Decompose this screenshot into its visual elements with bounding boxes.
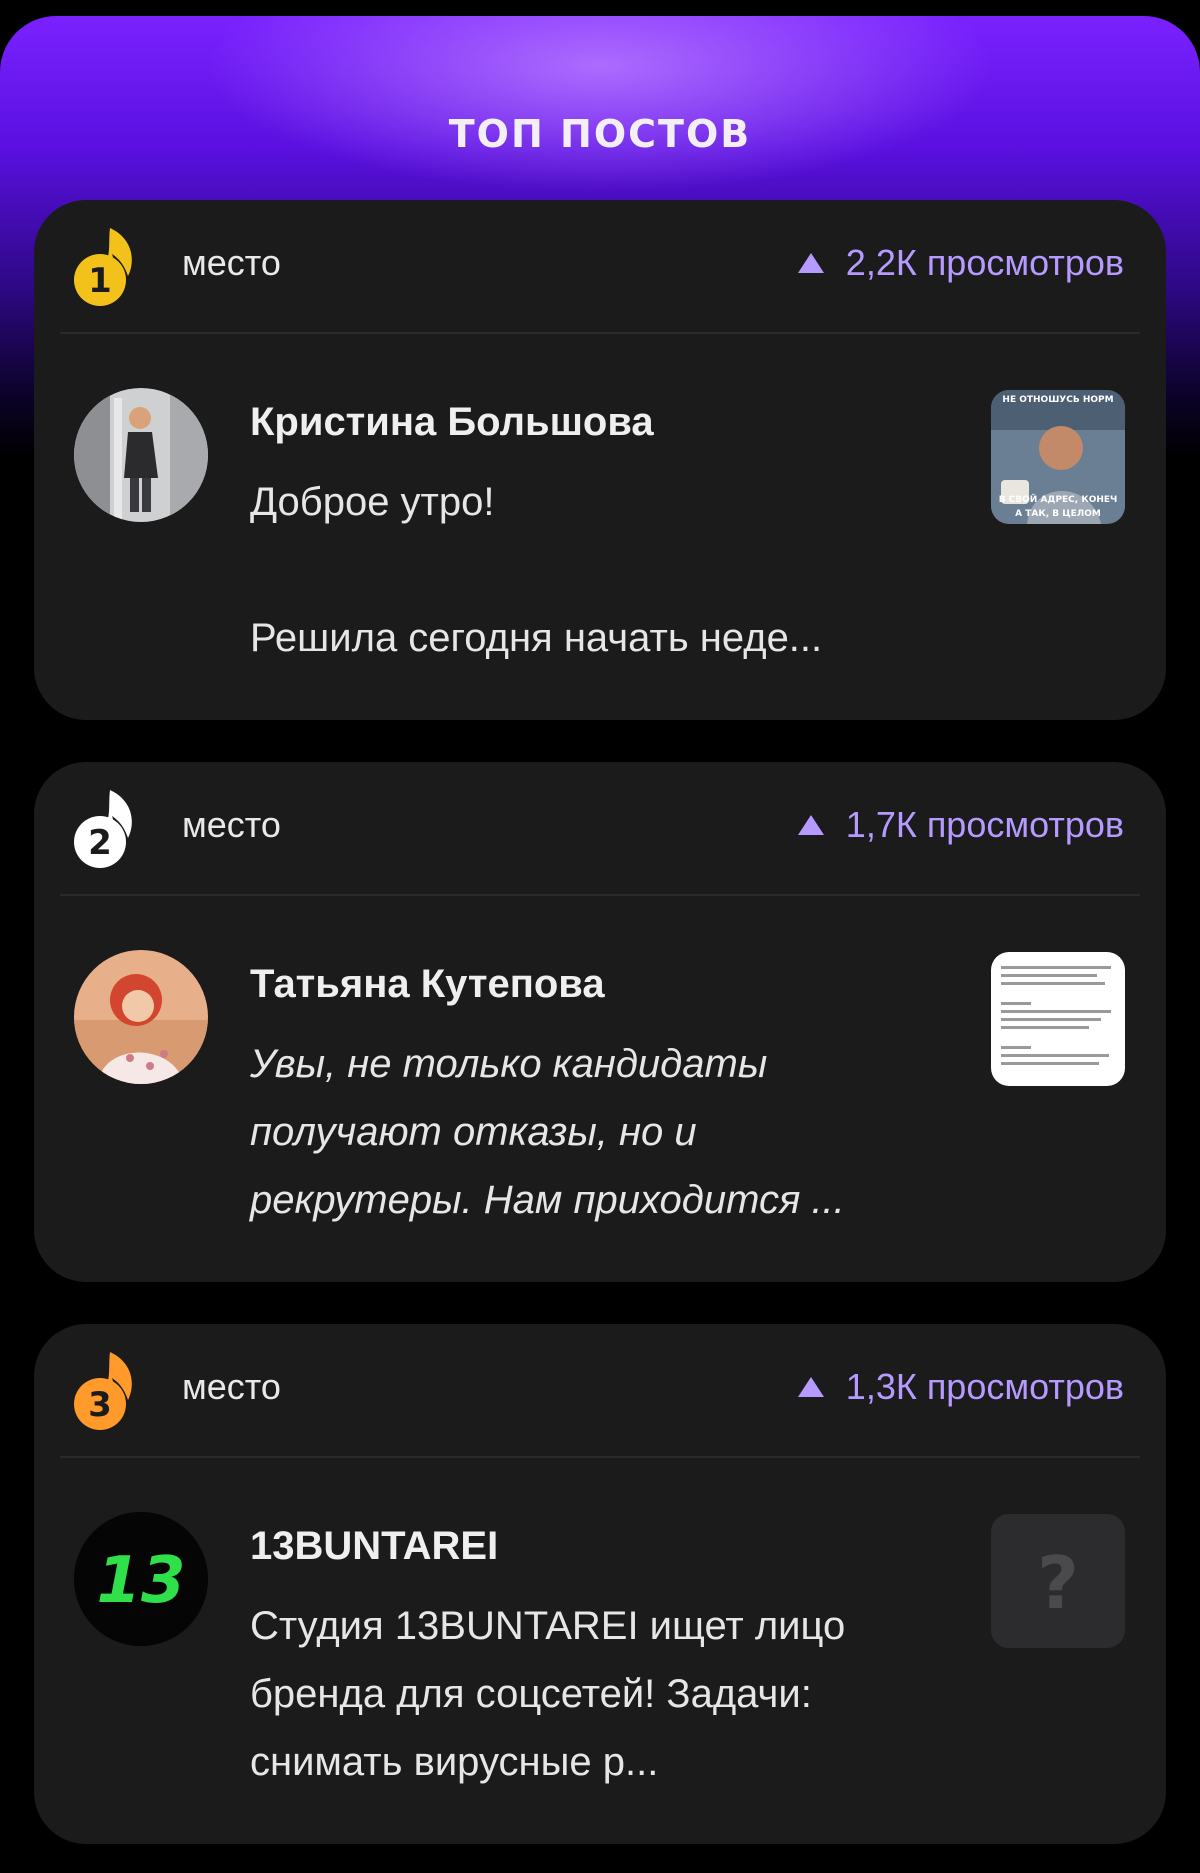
place-label: место bbox=[182, 804, 281, 845]
fire-medal-icon: 2 bbox=[74, 790, 132, 868]
person-photo-icon bbox=[74, 950, 208, 1084]
triangle-up-icon bbox=[797, 253, 824, 273]
fire-medal-icon: 1 bbox=[74, 228, 132, 306]
author-name: 13BUNTAREI bbox=[250, 1524, 499, 1568]
triangle-up-icon bbox=[797, 815, 824, 835]
post-thumbnail[interactable]: ? bbox=[991, 1514, 1125, 1648]
top-post-card-1[interactable]: 1 место 2,2К просмотров Кристина Большов… bbox=[34, 200, 1166, 720]
top-post-card-3[interactable]: 3 место 1,3К просмотров 13 13BUNTAREI Ст… bbox=[34, 1324, 1166, 1844]
author-name: Кристина Большова bbox=[250, 400, 654, 444]
svg-text:А ТАК, В ЦЕЛОМ: А ТАК, В ЦЕЛОМ bbox=[1015, 509, 1101, 519]
svg-text:В СВОЙ АДРЕС, КОНЕЧ: В СВОЙ АДРЕС, КОНЕЧ bbox=[999, 493, 1118, 505]
views-text: 1,7К просмотров bbox=[845, 804, 1124, 845]
views-count: 1,7К просмотров bbox=[797, 804, 1124, 846]
person-photo-icon bbox=[74, 388, 208, 522]
avatar[interactable] bbox=[74, 950, 208, 1084]
page-title: ТОП ПОСТОВ bbox=[448, 112, 752, 156]
post-snippet: Доброе утро! Решила сегодня начать неде.… bbox=[250, 480, 823, 660]
svg-text:НЕ ОТНОШУСЬ НОРМ: НЕ ОТНОШУСЬ НОРМ bbox=[1002, 395, 1113, 405]
card-header: 1 место 2,2К просмотров bbox=[60, 200, 1140, 334]
views-count: 2,2К просмотров bbox=[797, 242, 1124, 284]
meme-image: НЕ ОТНОШУСЬ НОРМ В СВОЙ АДРЕС, КОНЕЧ А Т… bbox=[991, 390, 1125, 524]
card-header: 2 место 1,7К просмотров bbox=[60, 762, 1140, 896]
author-name: Татьяна Кутепова bbox=[250, 962, 605, 1006]
avatar[interactable]: 13 bbox=[74, 1512, 208, 1646]
post-thumbnail[interactable] bbox=[991, 952, 1125, 1086]
place-label: место bbox=[182, 242, 281, 283]
svg-text:?: ? bbox=[1037, 1541, 1079, 1625]
avatar[interactable] bbox=[74, 388, 208, 522]
post-snippet: Увы, не только кандидаты получают отказы… bbox=[250, 1042, 845, 1222]
rank-number: 2 bbox=[88, 823, 112, 863]
fire-medal-icon: 3 bbox=[74, 1352, 132, 1430]
place-label: место bbox=[182, 1366, 281, 1407]
question-mark-icon: ? bbox=[991, 1514, 1125, 1648]
post-snippet: Студия 13BUNTAREI ищет лицо бренда для с… bbox=[250, 1604, 857, 1784]
brand-logo-icon: 13 bbox=[74, 1512, 208, 1646]
triangle-up-icon bbox=[797, 1377, 824, 1397]
views-count: 1,3К просмотров bbox=[797, 1366, 1124, 1408]
views-text: 1,3К просмотров bbox=[845, 1366, 1124, 1407]
rank-number: 3 bbox=[88, 1385, 112, 1425]
rank-number: 1 bbox=[88, 261, 112, 301]
card-header: 3 место 1,3К просмотров bbox=[60, 1324, 1140, 1458]
post-thumbnail[interactable]: НЕ ОТНОШУСЬ НОРМ В СВОЙ АДРЕС, КОНЕЧ А Т… bbox=[991, 390, 1125, 524]
views-text: 2,2К просмотров bbox=[845, 242, 1124, 283]
document-image bbox=[991, 952, 1125, 1086]
svg-text:13: 13 bbox=[96, 1544, 185, 1618]
top-post-card-2[interactable]: 2 место 1,7К просмотров Татьяна Кутепова… bbox=[34, 762, 1166, 1282]
